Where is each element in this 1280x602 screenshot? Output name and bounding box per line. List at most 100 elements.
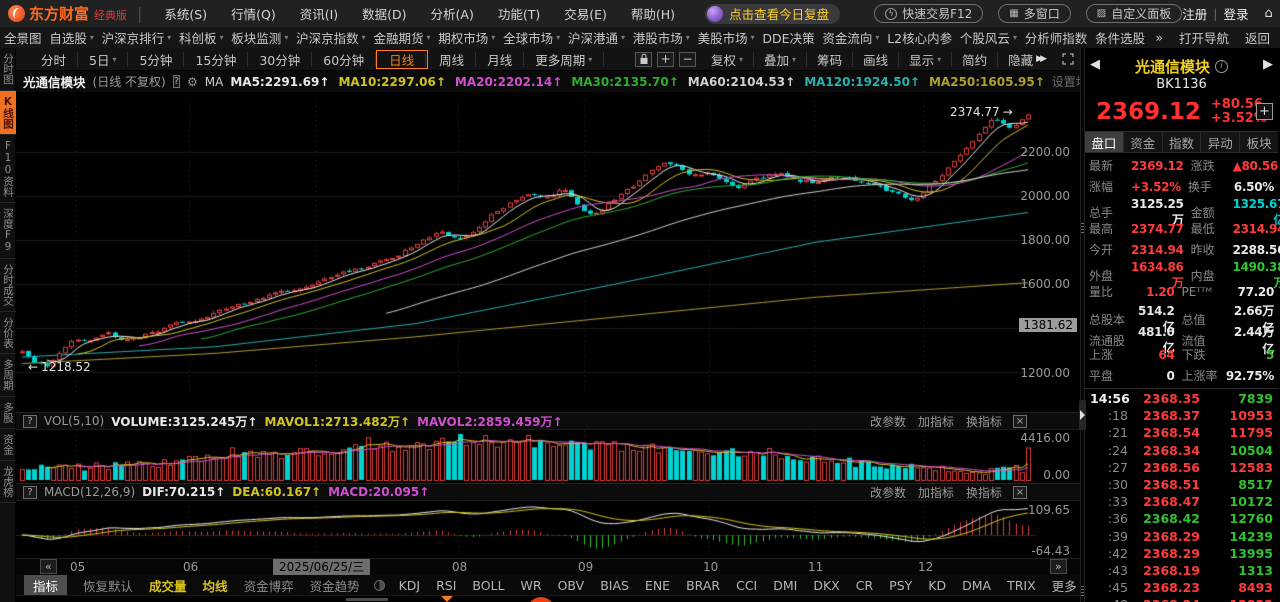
macd-help-icon[interactable]: ? bbox=[23, 485, 37, 499]
vol-close-icon[interactable]: × bbox=[1013, 414, 1027, 428]
nav-item-条件选股[interactable]: 条件选股 bbox=[1095, 28, 1145, 47]
toggle-icon[interactable] bbox=[373, 579, 385, 591]
macd-action-换指标[interactable]: 换指标 bbox=[966, 484, 1002, 501]
nav-item-全景图[interactable]: 全景图 bbox=[4, 28, 42, 47]
info-icon[interactable]: i bbox=[1215, 59, 1228, 73]
tick-row[interactable]: :24 2368.34 10504 bbox=[1090, 442, 1273, 459]
menu-item[interactable]: 数据(D) bbox=[362, 7, 406, 22]
horizontal-scrollbar[interactable] bbox=[16, 595, 1080, 602]
add-to-watchlist-button[interactable]: + bbox=[1256, 103, 1273, 120]
indicator-恢复默认[interactable]: 恢复默认 bbox=[83, 576, 133, 595]
nav-item-L2核心内参[interactable]: L2核心内参 bbox=[887, 28, 952, 47]
macd-close-icon[interactable]: × bbox=[1013, 485, 1027, 499]
candlestick-pane[interactable]: 2200.00 2000.00 1800.00 1600.00 1400.00 … bbox=[16, 92, 1080, 412]
side-tab-深度F9[interactable]: 深度F9 bbox=[0, 203, 16, 259]
tool-复权[interactable]: 复权 ▾ bbox=[701, 51, 755, 68]
tool-筹码[interactable]: 筹码 bbox=[807, 51, 854, 68]
tick-row[interactable]: :39 2368.29 14239 bbox=[1090, 528, 1273, 545]
zoom-in-button[interactable]: + bbox=[657, 51, 674, 67]
indicator-lead-button[interactable]: 指标 bbox=[24, 574, 68, 596]
indicator-KD[interactable]: KD bbox=[928, 578, 946, 593]
fullscreen-icon[interactable] bbox=[1062, 53, 1074, 65]
period-5分钟[interactable]: 5分钟 bbox=[128, 51, 185, 68]
nav-item-金融期货[interactable]: 金融期货 ▾ bbox=[373, 28, 430, 47]
nav-item-港股市场[interactable]: 港股市场 ▾ bbox=[633, 28, 690, 47]
app-logo[interactable]: 东方财富 经典版 bbox=[8, 3, 127, 24]
tick-row[interactable]: :45 2368.23 8493 bbox=[1090, 579, 1273, 596]
candlestick-canvas[interactable] bbox=[16, 92, 1080, 412]
tool-隐藏[interactable]: 隐藏 ▶▶ bbox=[998, 52, 1054, 68]
tool-画线[interactable]: 画线 bbox=[853, 51, 900, 68]
home-icon[interactable]: ⌂ bbox=[1264, 6, 1272, 21]
tick-row[interactable]: :27 2368.56 12583 bbox=[1090, 459, 1273, 476]
indicator-ENE[interactable]: ENE bbox=[645, 578, 670, 593]
divider-grip[interactable] bbox=[1081, 223, 1084, 234]
nav-item-资金流向[interactable]: 资金流向 ▾ bbox=[822, 28, 879, 47]
divider-grip[interactable] bbox=[1081, 586, 1084, 597]
nav-item-分析师指数[interactable]: 分析师指数 bbox=[1025, 28, 1088, 47]
tick-row[interactable]: :33 2368.47 10172 bbox=[1090, 493, 1273, 510]
nav-item-沪深京指数[interactable]: 沪深京指数 ▾ bbox=[296, 28, 366, 47]
macd-canvas[interactable] bbox=[16, 501, 1080, 558]
period-15分钟[interactable]: 15分钟 bbox=[184, 51, 249, 68]
gear-icon[interactable]: ⚙ bbox=[187, 75, 198, 89]
scrollbar-thumb[interactable] bbox=[346, 598, 388, 601]
collapse-panel-handle[interactable] bbox=[1079, 400, 1086, 430]
indicator-BOLL[interactable]: BOLL bbox=[472, 578, 504, 593]
register-link[interactable]: 注册 bbox=[1182, 4, 1207, 23]
menu-item[interactable]: 资讯(I) bbox=[300, 7, 338, 22]
indicator-CR[interactable]: CR bbox=[856, 578, 873, 593]
side-tab-龙虎榜[interactable]: 龙虎榜 bbox=[0, 461, 16, 503]
indicator-OBV[interactable]: OBV bbox=[558, 578, 585, 593]
nav-item-美股市场[interactable]: 美股市场 ▾ bbox=[698, 28, 755, 47]
pill-1[interactable]: ▦ 多窗口 bbox=[998, 4, 1071, 23]
prev-symbol-arrow-icon[interactable]: ◀ bbox=[1090, 57, 1100, 72]
expand-right-button[interactable]: » bbox=[1050, 559, 1067, 574]
help-icon[interactable]: ? bbox=[172, 75, 181, 88]
indicator-更多[interactable]: 更多 bbox=[1052, 576, 1077, 595]
macd-action-改参数[interactable]: 改参数 bbox=[870, 484, 906, 501]
period-周线[interactable]: 周线 bbox=[428, 51, 477, 68]
period-月线[interactable]: 月线 bbox=[476, 51, 525, 68]
open-navigation-link[interactable]: 打开导航 bbox=[1179, 28, 1229, 47]
macd-action-加指标[interactable]: 加指标 bbox=[918, 484, 954, 501]
collapse-left-button[interactable]: « bbox=[40, 559, 57, 574]
indicator-均线[interactable]: 均线 bbox=[203, 576, 228, 595]
tick-row[interactable]: :43 2368.19 1313 bbox=[1090, 562, 1273, 579]
menu-item[interactable]: 系统(S) bbox=[164, 7, 207, 22]
tick-row[interactable]: 14:56 2368.35 7839 bbox=[1090, 390, 1273, 407]
side-tab-资金[interactable]: 资金 bbox=[0, 429, 16, 461]
indicator-DKX[interactable]: DKX bbox=[813, 578, 839, 593]
side-tab-F10资料[interactable]: F10资料 bbox=[0, 135, 16, 203]
nav-item-期权市场[interactable]: 期权市场 ▾ bbox=[438, 28, 495, 47]
indicator-WR[interactable]: WR bbox=[521, 578, 542, 593]
panel-divider[interactable] bbox=[1079, 48, 1086, 602]
side-tab-多股[interactable]: 多股 bbox=[0, 397, 16, 429]
side-tab-K线图[interactable]: K线图 bbox=[0, 90, 16, 135]
nav-item-DDE决策[interactable]: DDE决策 bbox=[762, 28, 814, 47]
nav-item-全球市场[interactable]: 全球市场 ▾ bbox=[503, 28, 560, 47]
quote-tab-指数[interactable]: 指数 bbox=[1163, 132, 1202, 152]
vol-action-换指标[interactable]: 换指标 bbox=[966, 413, 1002, 430]
volume-canvas[interactable] bbox=[16, 430, 1080, 483]
tick-row[interactable]: :30 2368.51 8517 bbox=[1090, 476, 1273, 493]
tool-叠加[interactable]: 叠加 ▾ bbox=[754, 51, 808, 68]
nav-more-icon[interactable]: » bbox=[1155, 30, 1163, 45]
indicator-DMA[interactable]: DMA bbox=[962, 578, 991, 593]
replay-button[interactable]: 点击查看今日复盘 bbox=[705, 3, 841, 24]
menu-item[interactable]: 行情(Q) bbox=[231, 7, 276, 22]
indicator-BRAR[interactable]: BRAR bbox=[686, 578, 720, 593]
quote-tab-资金[interactable]: 资金 bbox=[1124, 132, 1163, 152]
zoom-out-button[interactable]: − bbox=[679, 51, 696, 67]
quote-tab-盘口[interactable]: 盘口 bbox=[1085, 132, 1124, 152]
indicator-资金博弈[interactable]: 资金博弈 bbox=[244, 576, 294, 595]
next-symbol-arrow-icon[interactable]: ▶ bbox=[1263, 57, 1273, 72]
back-link[interactable]: 返回 bbox=[1245, 28, 1270, 47]
side-tab-分时图[interactable]: 分时图 bbox=[0, 48, 16, 91]
menu-item[interactable]: 功能(T) bbox=[498, 7, 540, 22]
tick-row[interactable]: :18 2368.37 10953 bbox=[1090, 407, 1273, 424]
menu-item[interactable]: 帮助(H) bbox=[631, 7, 675, 22]
side-tab-分价表[interactable]: 分价表 bbox=[0, 312, 16, 354]
nav-item-板块监测[interactable]: 板块监测 ▾ bbox=[231, 28, 288, 47]
nav-item-沪深京排行[interactable]: 沪深京排行 ▾ bbox=[102, 28, 172, 47]
